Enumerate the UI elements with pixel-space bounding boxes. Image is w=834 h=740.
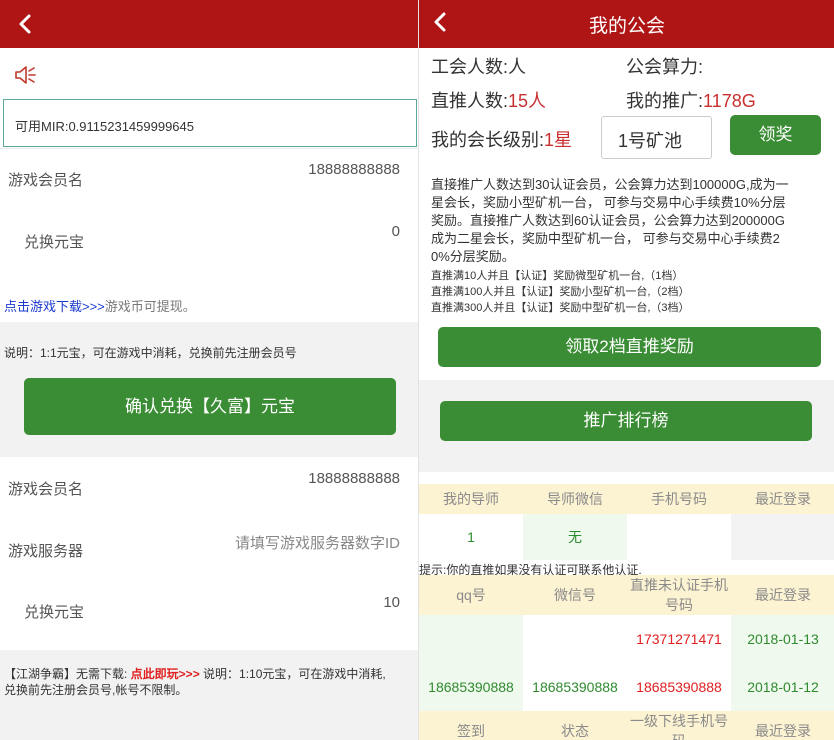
server-input[interactable]: 请填写游戏服务器数字ID (235, 532, 400, 553)
direct-count-label: 直推人数: (431, 91, 509, 111)
left-header (0, 0, 418, 48)
direct-table: qq号 微信号 直推未认证手机号码 最近登录 17371271471 2018-… (419, 575, 834, 740)
table-row: 1 无 (419, 514, 834, 560)
level-description: 直接推广人数达到30认证会员，公会算力达到100000G,成为一 星会长，奖励小… (431, 176, 831, 266)
pool-select[interactable]: 1号矿池 (601, 116, 712, 159)
speaker-icon (12, 62, 38, 88)
right-panel: 我的公会 工会人数:人 公会算力: 直推人数:15人 我的推广:1178G 我的… (418, 0, 834, 740)
jianghu-line2: 兑换前先注册会员号,帐号不限制。 (4, 683, 188, 697)
leader-level: 我的会长级别:1星 (431, 126, 572, 152)
table-header: 微信号 (523, 575, 627, 615)
claim-direct-reward-button[interactable]: 领取2档直推奖励 (438, 327, 821, 367)
table-header: 我的导师 (419, 484, 523, 514)
table-cell (523, 615, 627, 663)
ranking-panel: 推广排行榜 (419, 380, 834, 472)
table-cell: 1 (467, 529, 475, 545)
guild-count: 工会人数:人 (431, 53, 526, 79)
table-cell: 17371271471 (636, 631, 722, 647)
jianghu-rest: 说明：1:10元宝，可在游戏中消耗, (199, 667, 386, 681)
table-header: 状态 (523, 711, 627, 740)
page-title: 我的公会 (588, 16, 665, 37)
table-header: 导师微信 (523, 484, 627, 514)
download-line: 点击游戏下载>>>游戏币可提现。 (4, 296, 196, 315)
jianghu-note: 【江湖争霸】无需下载: 点此即玩>>> 说明：1:10元宝，可在游戏中消耗, 兑… (4, 666, 416, 698)
table-cell: 2018-01-13 (731, 615, 834, 663)
tier-item: 直推满100人并且【认证】奖励小型矿机一台,（2档） (431, 286, 690, 298)
table-header-row: 签到 状态 一级下线手机号码 最近登录 (419, 711, 834, 740)
guild-count-label: 工会人数: (431, 57, 509, 77)
desc-line: 直接推广人数达到30认证会员，公会算力达到100000G,成为一 (431, 177, 789, 192)
ranking-button[interactable]: 推广排行榜 (440, 401, 812, 441)
jianghu-panel: 【江湖争霸】无需下载: 点此即玩>>> 说明：1:10元宝，可在游戏中消耗, 兑… (0, 650, 418, 740)
table-header: 最近登录 (731, 711, 834, 740)
table-cell: 无 (523, 514, 627, 560)
desc-line: 奖励。直接推广人数达到60认证会员，公会算力达到200000G (431, 213, 785, 228)
table-header: 最近登录 (731, 484, 834, 514)
table-header: 手机号码 (627, 484, 731, 514)
confirm-exchange-button[interactable]: 确认兑换【久富】元宝 (24, 378, 396, 435)
desc-line: 星会长，奖励小型矿机一台， 可参与交易中心手续费10%分层 (431, 195, 786, 210)
table-cell: 18685390888 (419, 663, 523, 711)
my-promotion-value: 1178G (703, 91, 756, 111)
guild-count-unit: 人 (508, 57, 527, 77)
table-cell: 2018-01-12 (731, 663, 834, 711)
mir-balance-box: 可用MIR:0.9115231459999645 (3, 99, 417, 147)
desc-line: 成为二星会长，奖励中型矿机一台， 可参与交易中心手续费2 (431, 231, 780, 246)
exchange-input-2[interactable]: 10 (383, 594, 400, 611)
play-now-link[interactable]: 点此即玩>>> (131, 667, 200, 681)
exchange-input[interactable]: 0 (392, 223, 400, 240)
tier-item: 直推满300人并且【认证】奖励中型矿机一台,（3档） (431, 302, 690, 314)
table-header-row: 我的导师 导师微信 手机号码 最近登录 (419, 484, 834, 514)
exchange-panel: 说明：1:1元宝，可在游戏中消耗，兑换前先注册会员号 确认兑换【久富】元宝 (0, 322, 418, 457)
exchange-note: 说明：1:1元宝，可在游戏中消耗，兑换前先注册会员号 (4, 346, 297, 360)
server-label: 游戏服务器 (8, 543, 84, 560)
table-row: 17371271471 2018-01-13 (419, 615, 834, 663)
download-suffix: 游戏币可提现。 (104, 299, 196, 314)
exchange-label: 兑换元宝 (24, 234, 85, 251)
divider (0, 148, 418, 149)
guild-power-label: 公会算力: (626, 57, 704, 77)
tier-list: 直推满10人并且【认证】奖励微型矿机一台,（1档） 直推满100人并且【认证】奖… (431, 268, 831, 316)
member-name-label-2: 游戏会员名 (8, 481, 84, 498)
my-promotion-label: 我的推广: (626, 91, 704, 111)
mir-balance: 可用MIR:0.9115231459999645 (15, 119, 194, 134)
table-header: 直推未认证手机号码 (627, 575, 731, 615)
member-name-value-2[interactable]: 18888888888 (308, 470, 400, 487)
table-cell (731, 514, 834, 560)
back-icon[interactable] (14, 12, 38, 36)
table-row: 18685390888 18685390888 18685390888 2018… (419, 663, 834, 711)
direct-count-value: 15人 (508, 91, 547, 111)
mentor-table: 我的导师 导师微信 手机号码 最近登录 1 无 (419, 484, 834, 560)
my-promotion: 我的推广:1178G (626, 87, 756, 113)
desc-line: 0%分层奖励。 (431, 249, 515, 264)
table-header: 签到 (419, 711, 523, 740)
member-name-value[interactable]: 18888888888 (308, 161, 400, 178)
left-panel: 可用MIR:0.9115231459999645 游戏会员名 188888888… (0, 0, 418, 740)
table-cell: 18685390888 (636, 679, 722, 695)
exchange-label-2: 兑换元宝 (24, 604, 85, 621)
claim-button[interactable]: 领奖 (730, 115, 821, 155)
member-name-label: 游戏会员名 (8, 172, 84, 189)
direct-count: 直推人数:15人 (431, 87, 546, 113)
table-header: 最近登录 (731, 575, 834, 615)
table-header: qq号 (419, 575, 523, 615)
table-header-row: qq号 微信号 直推未认证手机号码 最近登录 (419, 575, 834, 615)
jianghu-prefix: 【江湖争霸】无需下载: (4, 667, 131, 681)
leader-level-value: 1星 (544, 130, 573, 150)
right-header: 我的公会 (419, 0, 834, 48)
table-cell (627, 514, 731, 560)
leader-level-label: 我的会长级别: (431, 130, 545, 150)
pool-select-value: 1号矿池 (618, 131, 683, 151)
table-cell (419, 615, 523, 663)
table-cell: 18685390888 (532, 679, 618, 695)
tier-item: 直推满10人并且【认证】奖励微型矿机一台,（1档） (431, 270, 684, 282)
download-link[interactable]: 点击游戏下载>>> (4, 299, 105, 314)
table-header: 一级下线手机号码 (627, 711, 731, 740)
